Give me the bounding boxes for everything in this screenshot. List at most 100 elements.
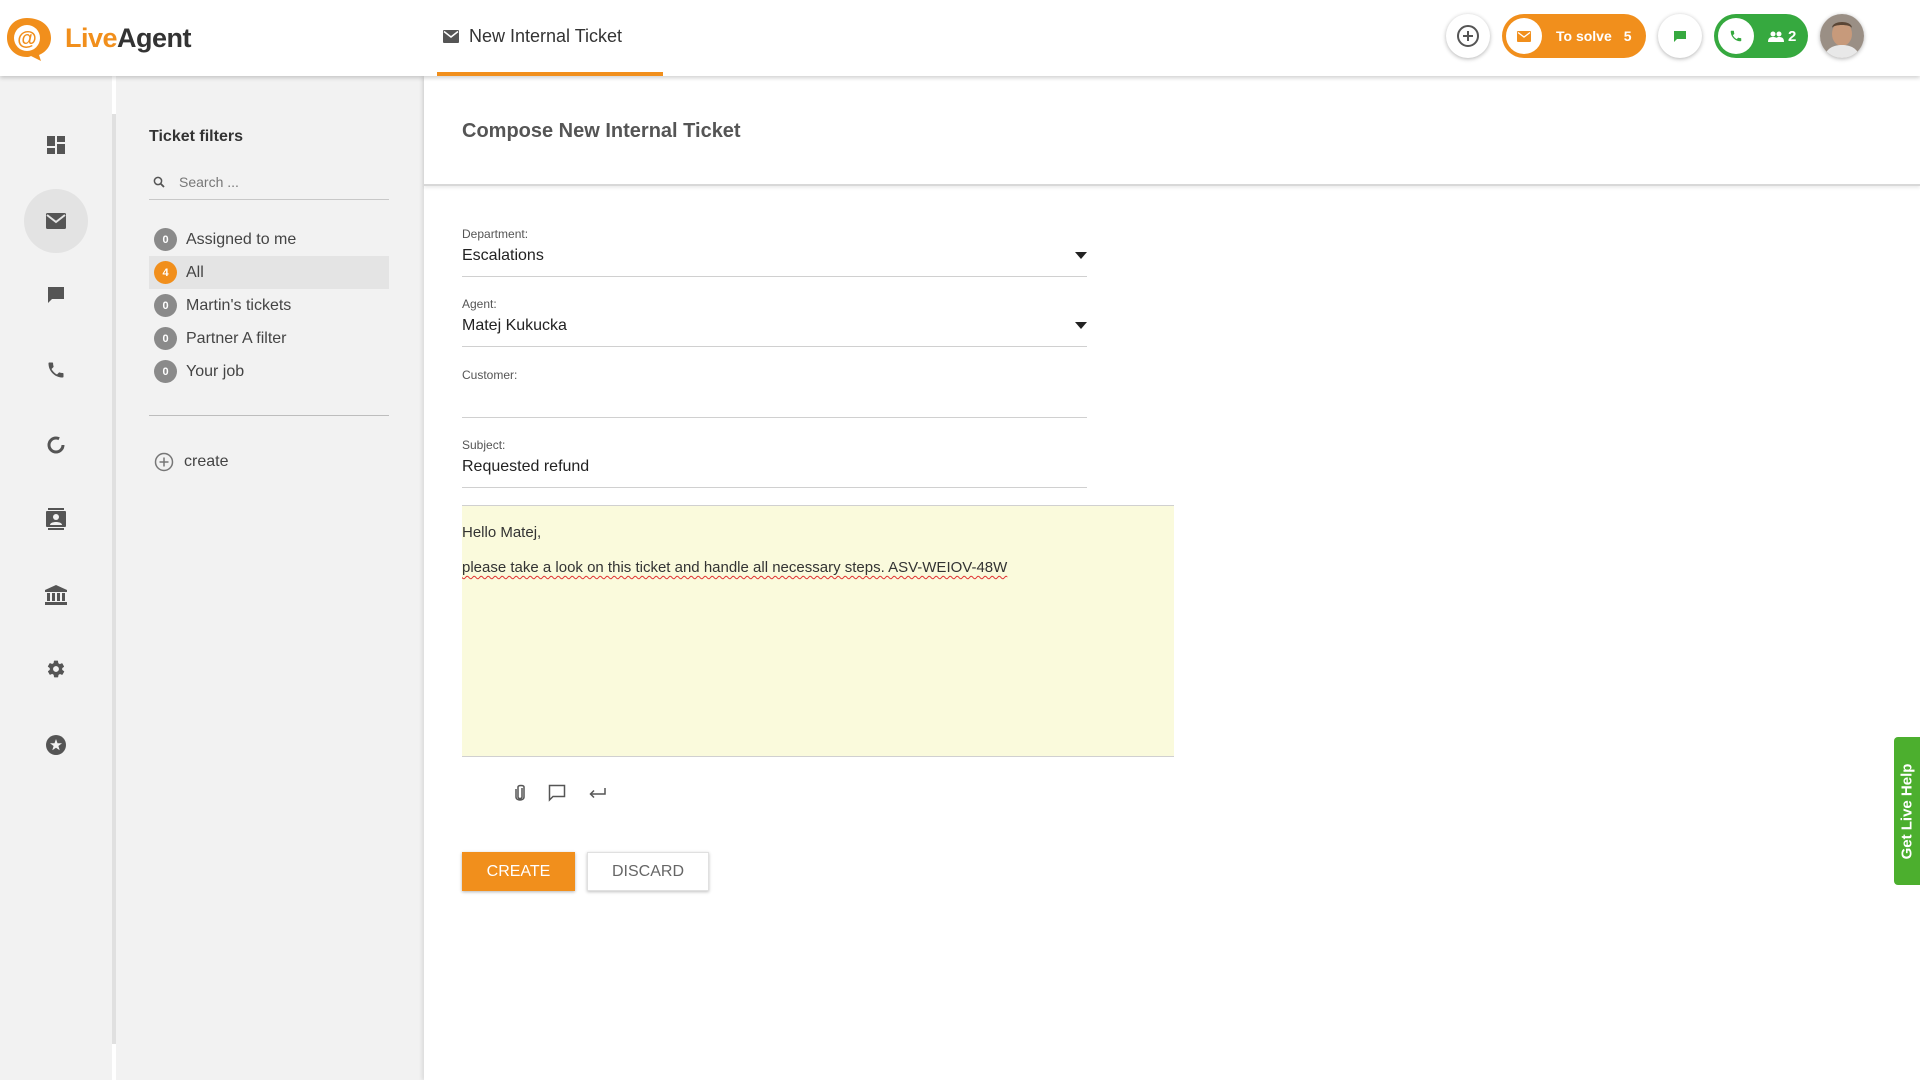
- filter-count-badge: 0: [154, 294, 177, 317]
- envelope-icon: [46, 213, 66, 229]
- subject-field[interactable]: Subject: Requested refund: [462, 438, 1087, 488]
- create-button[interactable]: CREATE: [462, 852, 575, 891]
- create-filter-label: create: [184, 453, 229, 470]
- get-live-help-tab[interactable]: Get Live Help: [1894, 737, 1920, 885]
- filter-search-input[interactable]: [179, 173, 379, 190]
- filter-item-label: Martin's tickets: [186, 296, 292, 314]
- compose-panel: Compose New Internal Ticket Department: …: [424, 76, 1920, 1080]
- filters-title: Ticket filters: [149, 128, 243, 145]
- nav-plugins[interactable]: [24, 713, 88, 777]
- filter-item-martins-tickets[interactable]: 0 Martin's tickets: [149, 289, 389, 322]
- calls-count: 2: [1788, 27, 1797, 45]
- caret-down-icon: [1075, 322, 1087, 329]
- message-line-2: please take a look on this ticket and ha…: [462, 559, 1008, 576]
- logo-text-agent: Agent: [117, 22, 192, 53]
- logo-text-live: Live: [65, 22, 118, 53]
- subject-label: Subject:: [462, 438, 506, 452]
- discard-button[interactable]: DISCARD: [587, 852, 709, 891]
- filter-item-your-job[interactable]: 0 Your job: [149, 355, 389, 388]
- filter-item-label: Assigned to me: [186, 230, 297, 248]
- people-icon: [1768, 31, 1784, 42]
- bank-icon: [45, 585, 67, 605]
- to-solve-icon-wrap: [1506, 18, 1542, 54]
- agent-value: Matej Kukucka: [462, 317, 567, 334]
- to-solve-label: To solve: [1556, 28, 1612, 44]
- calls-icon-wrap: [1718, 18, 1754, 54]
- user-avatar-icon: [1820, 14, 1864, 58]
- chat-icon: [48, 287, 64, 303]
- avatar[interactable]: [1820, 14, 1864, 58]
- filter-count-badge: 0: [154, 360, 177, 383]
- agent-label: Agent:: [462, 297, 497, 311]
- tab-new-internal-ticket[interactable]: New Internal Ticket: [437, 0, 663, 76]
- envelope-icon: [443, 29, 459, 43]
- nav-settings[interactable]: [24, 637, 88, 701]
- filter-item-label: Partner A filter: [186, 329, 287, 347]
- chat-button[interactable]: [1658, 14, 1702, 58]
- logo[interactable]: @ LiveAgent: [5, 14, 192, 62]
- attach-button[interactable]: [514, 784, 526, 802]
- dashboard-icon: [47, 136, 65, 154]
- comment-icon: [548, 784, 566, 802]
- calls-button[interactable]: 2: [1714, 14, 1808, 58]
- plus-circle-icon: [154, 452, 174, 472]
- filter-count-badge: 4: [154, 261, 177, 284]
- filters-divider: [149, 415, 389, 416]
- nav-calls[interactable]: [24, 338, 88, 402]
- envelope-icon: [1517, 30, 1531, 42]
- plus-circle-icon: [1457, 25, 1479, 47]
- compose-header: Compose New Internal Ticket: [424, 76, 1920, 186]
- filter-item-assigned-to-me[interactable]: 0 Assigned to me: [149, 223, 389, 256]
- phone-icon: [48, 362, 64, 378]
- nav-reports[interactable]: [24, 413, 88, 477]
- department-value: Escalations: [462, 247, 544, 264]
- message-line-1: Hello Matej,: [462, 524, 542, 541]
- customer-field[interactable]: Customer:: [462, 368, 1087, 418]
- logo-icon: @: [5, 14, 57, 62]
- filter-count-badge: 0: [154, 327, 177, 350]
- agents-online: 2: [1768, 28, 1796, 45]
- message-editor[interactable]: Hello Matej, please take a look on this …: [462, 505, 1174, 757]
- page-title: Compose New Internal Ticket: [462, 120, 741, 142]
- nav-chats[interactable]: [24, 263, 88, 327]
- contacts-icon: [46, 508, 66, 530]
- canned-message-button[interactable]: [548, 784, 566, 802]
- svg-text:@: @: [17, 28, 37, 50]
- department-label: Department:: [462, 227, 529, 241]
- reply-button[interactable]: [588, 786, 606, 800]
- top-bar: @ LiveAgent New Internal Ticket To solve…: [0, 0, 1920, 76]
- filter-item-label: Your job: [186, 362, 245, 380]
- add-button[interactable]: [1446, 14, 1490, 58]
- left-nav: [0, 76, 112, 1080]
- filter-item-all[interactable]: 4 All: [149, 256, 389, 289]
- editor-toolbar: [514, 784, 628, 802]
- ticket-filters-panel: Ticket filters 0 Assigned to me 4 All 0 …: [116, 76, 424, 1080]
- chat-icon: [1674, 30, 1686, 42]
- to-solve-button[interactable]: To solve 5: [1502, 14, 1646, 58]
- subject-value: Requested refund: [462, 458, 590, 475]
- create-filter-button[interactable]: create: [154, 452, 228, 472]
- agent-select[interactable]: Agent: Matej Kukucka: [462, 297, 1087, 347]
- gear-icon: [47, 660, 65, 678]
- filter-item-partner-a-filter[interactable]: 0 Partner A filter: [149, 322, 389, 355]
- to-solve-count: 5: [1623, 28, 1632, 44]
- caret-down-icon: [1075, 252, 1087, 259]
- filter-item-label: All: [186, 263, 204, 281]
- filter-search: [149, 164, 389, 200]
- filter-count-badge: 0: [154, 228, 177, 251]
- nav-tickets[interactable]: [24, 189, 88, 253]
- reply-icon: [589, 788, 606, 799]
- nav-knowledgebase[interactable]: [24, 563, 88, 627]
- paperclip-icon: [515, 784, 525, 801]
- department-select[interactable]: Department: Escalations: [462, 227, 1087, 277]
- donut-chart-icon: [47, 436, 65, 454]
- phone-icon: [1730, 30, 1742, 42]
- logo-text: LiveAgent: [65, 22, 192, 54]
- live-help-label: Get Live Help: [1898, 763, 1916, 859]
- customer-label: Customer:: [462, 368, 518, 382]
- nav-contacts[interactable]: [24, 487, 88, 551]
- filter-list: 0 Assigned to me 4 All 0 Martin's ticket…: [149, 223, 389, 388]
- tab-label: New Internal Ticket: [469, 25, 623, 46]
- nav-dashboard[interactable]: [24, 113, 88, 177]
- search-icon: [153, 176, 165, 188]
